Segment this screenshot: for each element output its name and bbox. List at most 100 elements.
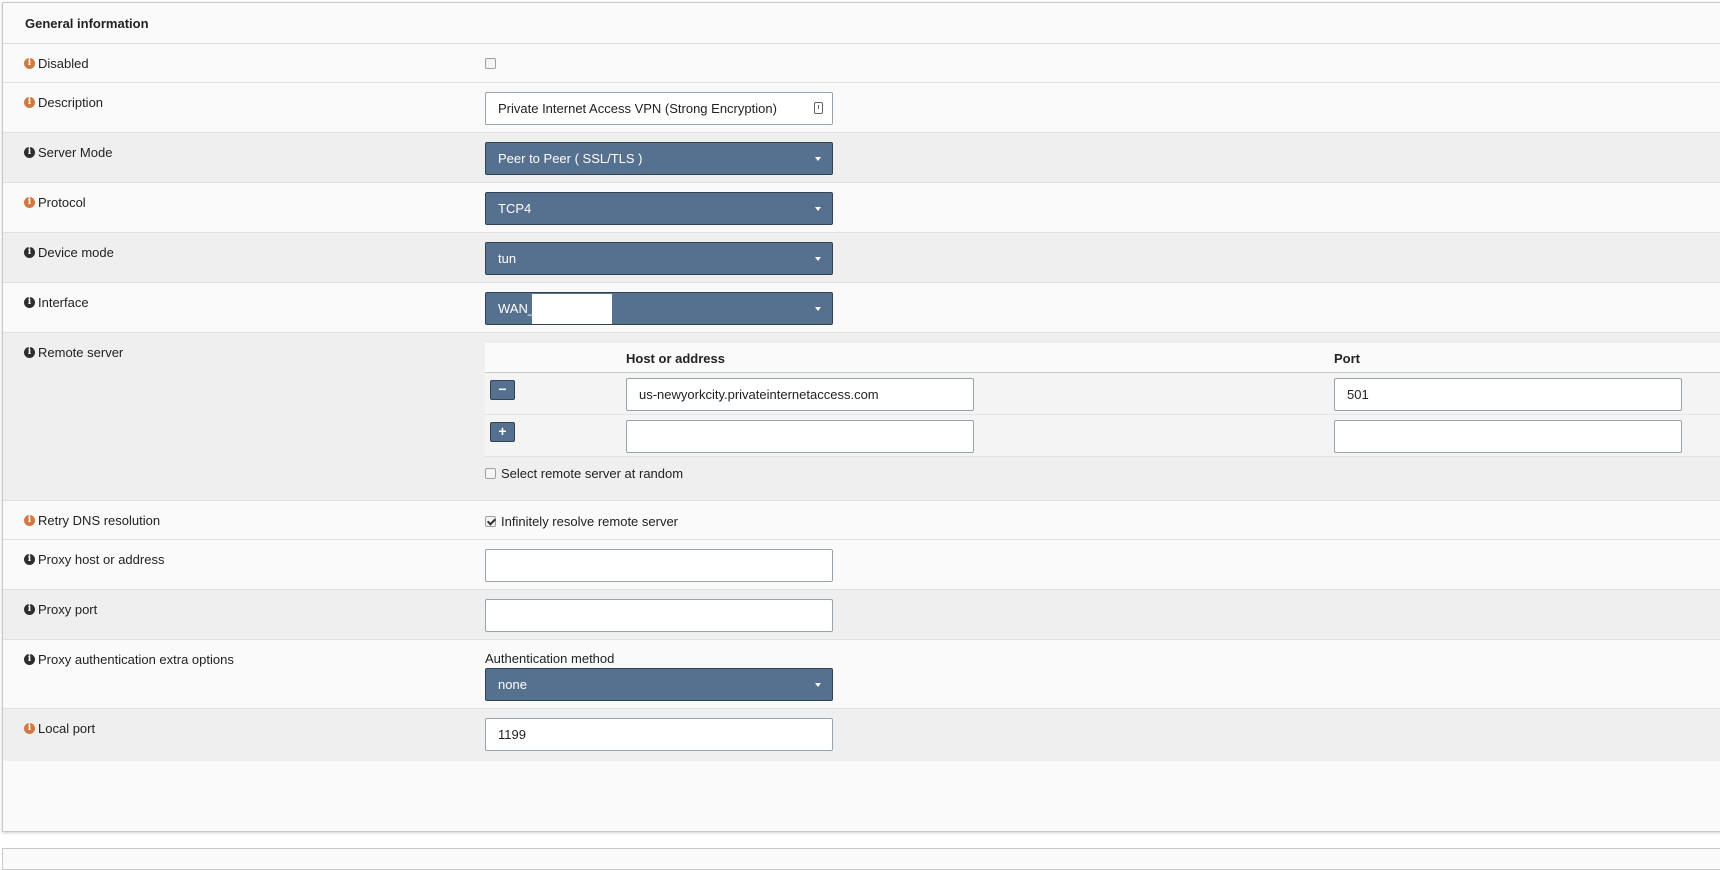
info-icon[interactable]: i	[24, 197, 35, 208]
random-server-label: Select remote server at random	[501, 466, 684, 481]
description-input[interactable]: Private Internet Access VPN (Strong Encr…	[485, 92, 833, 125]
label-text: Description	[38, 95, 104, 110]
row-disabled: i Disabled	[3, 44, 1720, 83]
device-mode-value: tun	[498, 251, 517, 266]
description-value: Private Internet Access VPN (Strong Encr…	[498, 101, 777, 116]
column-port-header: Port	[1334, 351, 1360, 366]
label-protocol: i Protocol	[24, 195, 86, 210]
section-title: General information	[3, 3, 1720, 44]
add-row-button[interactable]: +	[490, 422, 515, 442]
chevron-down-icon	[815, 207, 821, 211]
row-server-mode: i Server Mode Peer to Peer ( SSL/TLS )	[3, 133, 1720, 183]
info-icon[interactable]: i	[24, 554, 35, 565]
proxy-port-input[interactable]	[485, 599, 833, 632]
proxy-port-control	[485, 599, 833, 632]
server-mode-select[interactable]: Peer to Peer ( SSL/TLS )	[485, 142, 833, 175]
table-row: +	[485, 415, 1720, 457]
row-proxy-port: i Proxy port	[3, 590, 1720, 640]
retry-dns-option-label: Infinitely resolve remote server	[501, 514, 679, 529]
server-mode-control: Peer to Peer ( SSL/TLS )	[485, 142, 833, 175]
label-text: Remote server	[38, 345, 124, 360]
remote-server-table-header: Host or address Port	[485, 343, 1720, 373]
retry-dns-checkbox[interactable]	[485, 516, 496, 527]
label-local-port: i Local port	[24, 721, 95, 736]
description-control: Private Internet Access VPN (Strong Encr…	[485, 92, 833, 125]
device-mode-select[interactable]: tun	[485, 242, 833, 275]
row-local-port: i Local port 1199	[3, 709, 1720, 761]
local-port-value: 1199	[498, 727, 526, 742]
random-server-option: Select remote server at random	[485, 466, 683, 481]
info-icon[interactable]: i	[24, 297, 35, 308]
label-server-mode: i Server Mode	[24, 145, 112, 160]
host-input[interactable]: us-newyorkcity.privateinternetaccess.com	[626, 378, 974, 411]
local-port-control: 1199	[485, 718, 833, 751]
label-device-mode: i Device mode	[24, 245, 114, 260]
disabled-checkbox[interactable]	[485, 58, 496, 69]
label-text: Server Mode	[38, 145, 113, 160]
info-icon[interactable]: i	[24, 97, 35, 108]
column-host-header: Host or address	[626, 351, 725, 366]
interface-control: WAN_	[485, 292, 833, 325]
label-interface: i Interface	[24, 295, 89, 310]
label-text: Proxy authentication extra options	[38, 652, 234, 667]
autofill-icon	[814, 102, 823, 114]
protocol-value: TCP4	[498, 201, 532, 216]
row-device-mode: i Device mode tun	[3, 233, 1720, 283]
auth-method-select[interactable]: none	[485, 668, 833, 701]
label-disabled: i Disabled	[24, 56, 89, 71]
redaction-block	[532, 294, 612, 324]
label-text: Disabled	[38, 56, 89, 71]
info-icon[interactable]: i	[24, 515, 35, 526]
info-icon[interactable]: i	[24, 654, 35, 665]
auth-method-label: Authentication method	[485, 651, 615, 666]
server-mode-value: Peer to Peer ( SSL/TLS )	[498, 151, 643, 166]
label-text: Proxy port	[38, 602, 98, 617]
port-input[interactable]	[1334, 420, 1682, 453]
row-remote-server: i Remote server Host or address Port − u…	[3, 333, 1720, 501]
row-retry-dns: i Retry DNS resolution Infinitely resolv…	[3, 501, 1720, 540]
chevron-down-icon	[815, 683, 821, 687]
remove-row-button[interactable]: −	[490, 380, 515, 400]
retry-dns-option: Infinitely resolve remote server	[485, 514, 678, 529]
proxy-host-control	[485, 549, 833, 582]
label-text: Local port	[38, 721, 96, 736]
label-retry-dns: i Retry DNS resolution	[24, 513, 160, 528]
disabled-checkbox-wrap	[485, 57, 496, 72]
next-section-panel	[2, 848, 1720, 870]
random-server-checkbox[interactable]	[485, 468, 496, 479]
label-text: Interface	[38, 295, 89, 310]
label-remote-server: i Remote server	[24, 345, 123, 360]
label-proxy-port: i Proxy port	[24, 602, 97, 617]
table-row: − us-newyorkcity.privateinternetaccess.c…	[485, 373, 1720, 415]
info-icon[interactable]: i	[24, 58, 35, 69]
info-icon[interactable]: i	[24, 604, 35, 615]
row-protocol: i Protocol TCP4	[3, 183, 1720, 233]
protocol-control: TCP4	[485, 192, 833, 225]
row-description: i Description Private Internet Access VP…	[3, 83, 1720, 133]
label-text: Protocol	[38, 195, 86, 210]
chevron-down-icon	[815, 157, 821, 161]
protocol-select[interactable]: TCP4	[485, 192, 833, 225]
remote-server-table: Host or address Port − us-newyorkcity.pr…	[485, 343, 1720, 457]
general-information-panel: General information i Disabled i Descrip…	[2, 2, 1720, 832]
label-text: Proxy host or address	[38, 552, 165, 567]
row-proxy-host: i Proxy host or address	[3, 540, 1720, 590]
info-icon[interactable]: i	[24, 247, 35, 258]
local-port-input[interactable]: 1199	[485, 718, 833, 751]
host-input[interactable]	[626, 420, 974, 453]
auth-method-value: none	[498, 677, 527, 692]
info-icon[interactable]: i	[24, 347, 35, 358]
info-icon[interactable]: i	[24, 723, 35, 734]
proxy-host-input[interactable]	[485, 549, 833, 582]
label-text: Device mode	[38, 245, 114, 260]
label-proxy-auth: i Proxy authentication extra options	[24, 652, 234, 667]
port-input[interactable]: 501	[1334, 378, 1682, 411]
info-icon[interactable]: i	[24, 147, 35, 158]
row-interface: i Interface WAN_	[3, 283, 1720, 333]
interface-value: WAN_	[498, 301, 536, 316]
label-text: Retry DNS resolution	[38, 513, 161, 528]
proxy-auth-control: Authentication method none	[485, 651, 833, 701]
host-value: us-newyorkcity.privateinternetaccess.com	[639, 387, 879, 402]
port-value: 501	[1347, 387, 1369, 402]
interface-select[interactable]: WAN_	[485, 292, 833, 325]
